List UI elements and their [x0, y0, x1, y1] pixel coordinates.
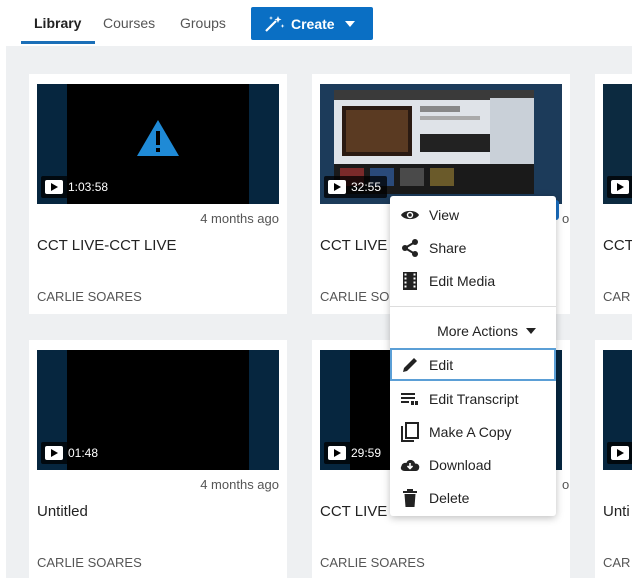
menu-item-share[interactable]: Share — [390, 231, 556, 264]
actions-menu: View Share Edit Media More Actions Edit … — [390, 196, 556, 516]
trash-icon — [400, 488, 420, 508]
play-icon — [611, 180, 629, 194]
more-actions-label: More Actions — [437, 323, 518, 339]
warning-icon — [137, 120, 179, 156]
menu-item-label: Edit Media — [429, 272, 496, 289]
media-card[interactable]: Unti CAR — [595, 340, 632, 578]
thumbnail-video-tile — [430, 168, 454, 186]
menu-item-label: Edit Transcript — [429, 390, 519, 407]
menu-item-edit-media[interactable]: Edit Media — [390, 264, 556, 297]
media-title[interactable]: CCT — [603, 237, 632, 254]
duration-badge: 1:03:58 — [41, 176, 115, 198]
more-actions-toggle[interactable]: More Actions — [390, 316, 556, 346]
create-button[interactable]: Create — [251, 7, 373, 40]
thumbnail-album-inner — [346, 110, 408, 152]
pencil-icon — [400, 355, 420, 375]
menu-item-label: Make A Copy — [429, 423, 512, 440]
active-tab-indicator — [21, 41, 95, 44]
media-title[interactable]: Unti — [603, 503, 630, 520]
media-thumbnail[interactable] — [603, 350, 632, 470]
download-icon — [400, 455, 420, 475]
menu-item-make-copy[interactable]: Make A Copy — [390, 415, 556, 448]
media-owner: CAR — [603, 555, 631, 570]
menu-item-label: View — [429, 206, 460, 223]
transcript-icon — [400, 389, 420, 409]
duration-badge: 32:55 — [324, 176, 388, 198]
menu-divider — [390, 306, 556, 307]
media-thumbnail[interactable]: 01:48 — [37, 350, 279, 470]
media-owner: CAR — [603, 289, 631, 304]
media-card[interactable]: 1:03:58 4 months ago CCT LIVE-CCT LIVE C… — [29, 74, 287, 314]
menu-item-edit-transcript[interactable]: Edit Transcript — [390, 382, 556, 415]
menu-item-label: Share — [429, 239, 467, 256]
thumbnail-video-tile — [400, 168, 424, 186]
media-card[interactable]: 01:48 4 months ago Untitled CARLIE SOARE… — [29, 340, 287, 578]
copy-icon — [400, 421, 420, 442]
upload-age-partial: o — [562, 211, 570, 226]
menu-item-label: Delete — [429, 489, 470, 506]
duration-text: 32:55 — [351, 180, 382, 194]
play-icon — [328, 180, 346, 194]
media-thumbnail[interactable]: 3 — [603, 84, 632, 204]
duration-badge: 29:59 — [324, 442, 388, 464]
menu-item-label: Download — [429, 456, 492, 473]
thumbnail-text-line — [420, 116, 480, 120]
chevron-down-icon — [344, 20, 355, 27]
media-card[interactable]: 3 CCT CAR — [595, 74, 632, 314]
duration-badge — [607, 442, 632, 464]
media-owner: CARLIE SOARES — [320, 555, 425, 570]
upload-age-partial: o — [562, 477, 570, 492]
menu-item-label: Edit — [429, 356, 454, 373]
create-button-label: Create — [291, 15, 335, 32]
media-thumbnail[interactable]: 32:55 — [320, 84, 562, 204]
upload-age: 4 months ago — [200, 477, 279, 492]
media-title[interactable]: Untitled — [37, 503, 88, 520]
thumbnail-panel — [420, 134, 500, 152]
media-title[interactable]: CCT LIVE — [320, 237, 387, 254]
share-icon — [400, 238, 420, 258]
media-thumbnail[interactable]: 1:03:58 — [37, 84, 279, 204]
thumbnail-text-line — [420, 106, 460, 112]
duration-text: 29:59 — [351, 446, 382, 460]
tab-library[interactable]: Library — [34, 15, 81, 31]
play-icon — [328, 446, 346, 460]
menu-item-download[interactable]: Download — [390, 448, 556, 481]
play-icon — [45, 180, 63, 194]
tab-groups[interactable]: Groups — [180, 15, 226, 31]
play-icon — [611, 446, 629, 460]
duration-badge: 3 — [607, 176, 632, 198]
menu-item-delete[interactable]: Delete — [390, 481, 556, 514]
chevron-down-icon — [526, 328, 536, 334]
media-owner: CARLIE SOARES — [37, 555, 142, 570]
film-icon — [400, 271, 420, 291]
media-title[interactable]: CCT LIVE — [320, 503, 387, 520]
media-owner: CARLIE SO — [320, 289, 390, 304]
menu-item-edit[interactable]: Edit — [390, 348, 556, 381]
media-title[interactable]: CCT LIVE-CCT LIVE — [37, 237, 176, 254]
duration-text: 01:48 — [68, 446, 99, 460]
eye-icon — [400, 205, 420, 225]
menu-item-view[interactable]: View — [390, 198, 556, 231]
tab-courses[interactable]: Courses — [103, 15, 155, 31]
upload-age: 4 months ago — [200, 211, 279, 226]
play-icon — [45, 446, 63, 460]
magic-wand-icon — [265, 15, 285, 32]
media-owner: CARLIE SOARES — [37, 289, 142, 304]
duration-text: 1:03:58 — [68, 180, 109, 194]
top-navigation: Library Courses Groups Create — [0, 0, 632, 46]
duration-badge: 01:48 — [41, 442, 105, 464]
